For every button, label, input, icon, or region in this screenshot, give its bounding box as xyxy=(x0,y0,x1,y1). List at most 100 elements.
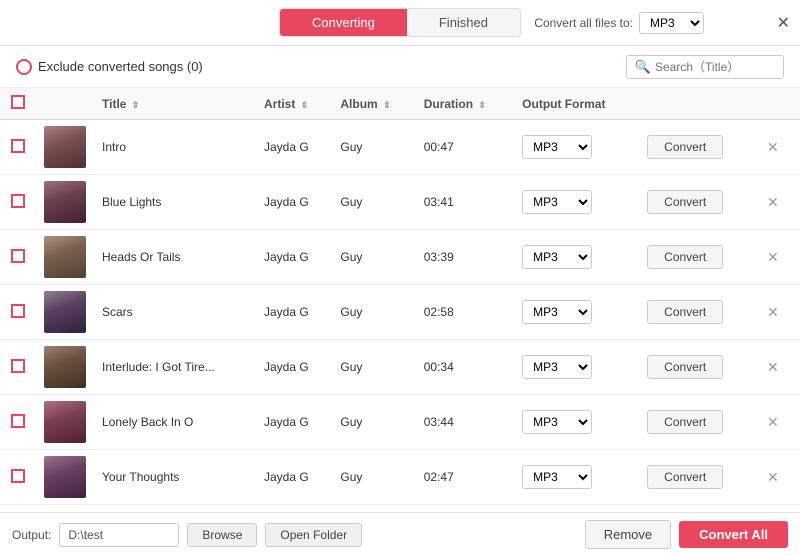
row-format-cell: MP3AACFLACWAVOGGM4A xyxy=(514,230,639,285)
row-remove-cell: ✕ xyxy=(755,175,800,230)
row-convert-cell: Convert xyxy=(639,340,755,395)
artist-sort-icon: ⇕ xyxy=(301,100,309,110)
header-remove xyxy=(755,88,800,120)
row-checkbox-cell xyxy=(0,450,36,505)
header-actions xyxy=(639,88,755,120)
row-remove-button-2[interactable]: ✕ xyxy=(763,192,783,213)
row-convert-cell: Convert xyxy=(639,230,755,285)
remove-button[interactable]: Remove xyxy=(585,520,671,549)
row-title: Heads Or Tails xyxy=(94,230,256,285)
header-title[interactable]: Title ⇕ xyxy=(94,88,256,120)
row-thumb-cell xyxy=(36,175,94,230)
row-format-select-7[interactable]: MP3AACFLACWAVOGGM4A xyxy=(522,465,592,489)
song-thumbnail xyxy=(44,401,86,443)
row-format-select-6[interactable]: MP3AACFLACWAVOGGM4A xyxy=(522,410,592,434)
row-title: Lonely Back In O xyxy=(94,395,256,450)
header-thumb xyxy=(36,88,94,120)
table-header-row: Title ⇕ Artist ⇕ Album ⇕ Duration ⇕ Outp… xyxy=(0,88,800,120)
row-checkbox-2[interactable] xyxy=(11,194,25,208)
row-remove-cell: ✕ xyxy=(755,340,800,395)
song-thumbnail xyxy=(44,236,86,278)
row-remove-cell: ✕ xyxy=(755,230,800,285)
row-remove-button-5[interactable]: ✕ xyxy=(763,357,783,378)
row-artist: Jayda G xyxy=(256,340,332,395)
row-title: Intro xyxy=(94,120,256,175)
table-row: ScarsJayda GGuy02:58MP3AACFLACWAVOGGM4AC… xyxy=(0,285,800,340)
row-album: Guy xyxy=(332,230,415,285)
row-convert-button-5[interactable]: Convert xyxy=(647,355,723,379)
row-remove-button-3[interactable]: ✕ xyxy=(763,247,783,268)
songs-table: Title ⇕ Artist ⇕ Album ⇕ Duration ⇕ Outp… xyxy=(0,88,800,505)
row-album: Guy xyxy=(332,340,415,395)
footer: Output: Browse Open Folder Remove Conver… xyxy=(0,512,800,556)
row-checkbox-6[interactable] xyxy=(11,414,25,428)
row-convert-button-7[interactable]: Convert xyxy=(647,465,723,489)
row-title: Your Thoughts xyxy=(94,450,256,505)
header-format-select[interactable]: MP3 AAC FLAC WAV xyxy=(639,12,704,34)
row-remove-button-4[interactable]: ✕ xyxy=(763,302,783,323)
row-remove-button-7[interactable]: ✕ xyxy=(763,467,783,488)
row-remove-button-6[interactable]: ✕ xyxy=(763,412,783,433)
row-format-select-3[interactable]: MP3AACFLACWAVOGGM4A xyxy=(522,245,592,269)
row-checkbox-cell xyxy=(0,285,36,340)
row-artist: Jayda G xyxy=(256,285,332,340)
row-convert-cell: Convert xyxy=(639,395,755,450)
table-row: IntroJayda GGuy00:47MP3AACFLACWAVOGGM4AC… xyxy=(0,120,800,175)
tab-converting[interactable]: Converting xyxy=(280,9,407,36)
table-row: Heads Or TailsJayda GGuy03:39 MP3AACFLACW… xyxy=(0,230,800,285)
row-format-select-2[interactable]: MP3AACFLACWAVOGGM4A xyxy=(522,190,592,214)
exclude-row: Exclude converted songs (0) xyxy=(16,59,203,75)
song-thumbnail xyxy=(44,126,86,168)
row-checkbox-4[interactable] xyxy=(11,304,25,318)
close-button[interactable]: ✕ xyxy=(777,13,790,33)
row-format-cell: MP3AACFLACWAVOGGM4A xyxy=(514,285,639,340)
row-duration: 02:58 xyxy=(416,285,514,340)
song-thumbnail xyxy=(44,456,86,498)
row-artist: Jayda G xyxy=(256,175,332,230)
open-folder-button[interactable]: Open Folder xyxy=(265,523,362,547)
row-convert-button-4[interactable]: Convert xyxy=(647,300,723,324)
search-input[interactable] xyxy=(655,60,775,74)
row-checkbox-3[interactable] xyxy=(11,249,25,263)
row-checkbox-5[interactable] xyxy=(11,359,25,373)
header-album[interactable]: Album ⇕ xyxy=(332,88,415,120)
row-format-select-5[interactable]: MP3AACFLACWAVOGGM4A xyxy=(522,355,592,379)
row-artist: Jayda G xyxy=(256,230,332,285)
row-format-select-4[interactable]: MP3AACFLACWAVOGGM4A xyxy=(522,300,592,324)
row-convert-button-6[interactable]: Convert xyxy=(647,410,723,434)
row-convert-button-3[interactable]: Convert xyxy=(647,245,723,269)
row-remove-button-1[interactable]: ✕ xyxy=(763,137,783,158)
row-checkbox-cell xyxy=(0,120,36,175)
row-duration: 02:47 xyxy=(416,450,514,505)
song-thumbnail xyxy=(44,291,86,333)
tab-finished[interactable]: Finished xyxy=(407,9,520,36)
row-remove-cell: ✕ xyxy=(755,120,800,175)
header-artist[interactable]: Artist ⇕ xyxy=(256,88,332,120)
row-album: Guy xyxy=(332,120,415,175)
output-path-input[interactable] xyxy=(59,523,179,547)
table-row: Lonely Back In OJayda GGuy03:44MP3AACFLA… xyxy=(0,395,800,450)
row-checkbox-7[interactable] xyxy=(11,469,25,483)
header: Converting Finished Convert all files to… xyxy=(0,0,800,46)
row-convert-cell: Convert xyxy=(639,175,755,230)
row-thumb-cell xyxy=(36,340,94,395)
row-format-select-1[interactable]: MP3AACFLACWAVOGGM4A xyxy=(522,135,592,159)
row-format-cell: MP3AACFLACWAVOGGM4A xyxy=(514,450,639,505)
convert-all-button[interactable]: Convert All xyxy=(679,521,788,548)
search-box[interactable]: 🔍 xyxy=(626,55,784,79)
row-duration: 00:34 xyxy=(416,340,514,395)
browse-button[interactable]: Browse xyxy=(187,523,257,547)
row-artist: Jayda G xyxy=(256,120,332,175)
row-thumb-cell xyxy=(36,450,94,505)
row-convert-button-2[interactable]: Convert xyxy=(647,190,723,214)
select-all-checkbox[interactable] xyxy=(11,95,25,109)
song-thumbnail xyxy=(44,346,86,388)
row-title: Blue Lights xyxy=(94,175,256,230)
header-duration[interactable]: Duration ⇕ xyxy=(416,88,514,120)
row-checkbox-1[interactable] xyxy=(11,139,25,153)
album-sort-icon: ⇕ xyxy=(383,100,391,110)
row-duration: 03:39 xyxy=(416,230,514,285)
row-album: Guy xyxy=(332,395,415,450)
row-convert-button-1[interactable]: Convert xyxy=(647,135,723,159)
row-duration: 03:41 xyxy=(416,175,514,230)
